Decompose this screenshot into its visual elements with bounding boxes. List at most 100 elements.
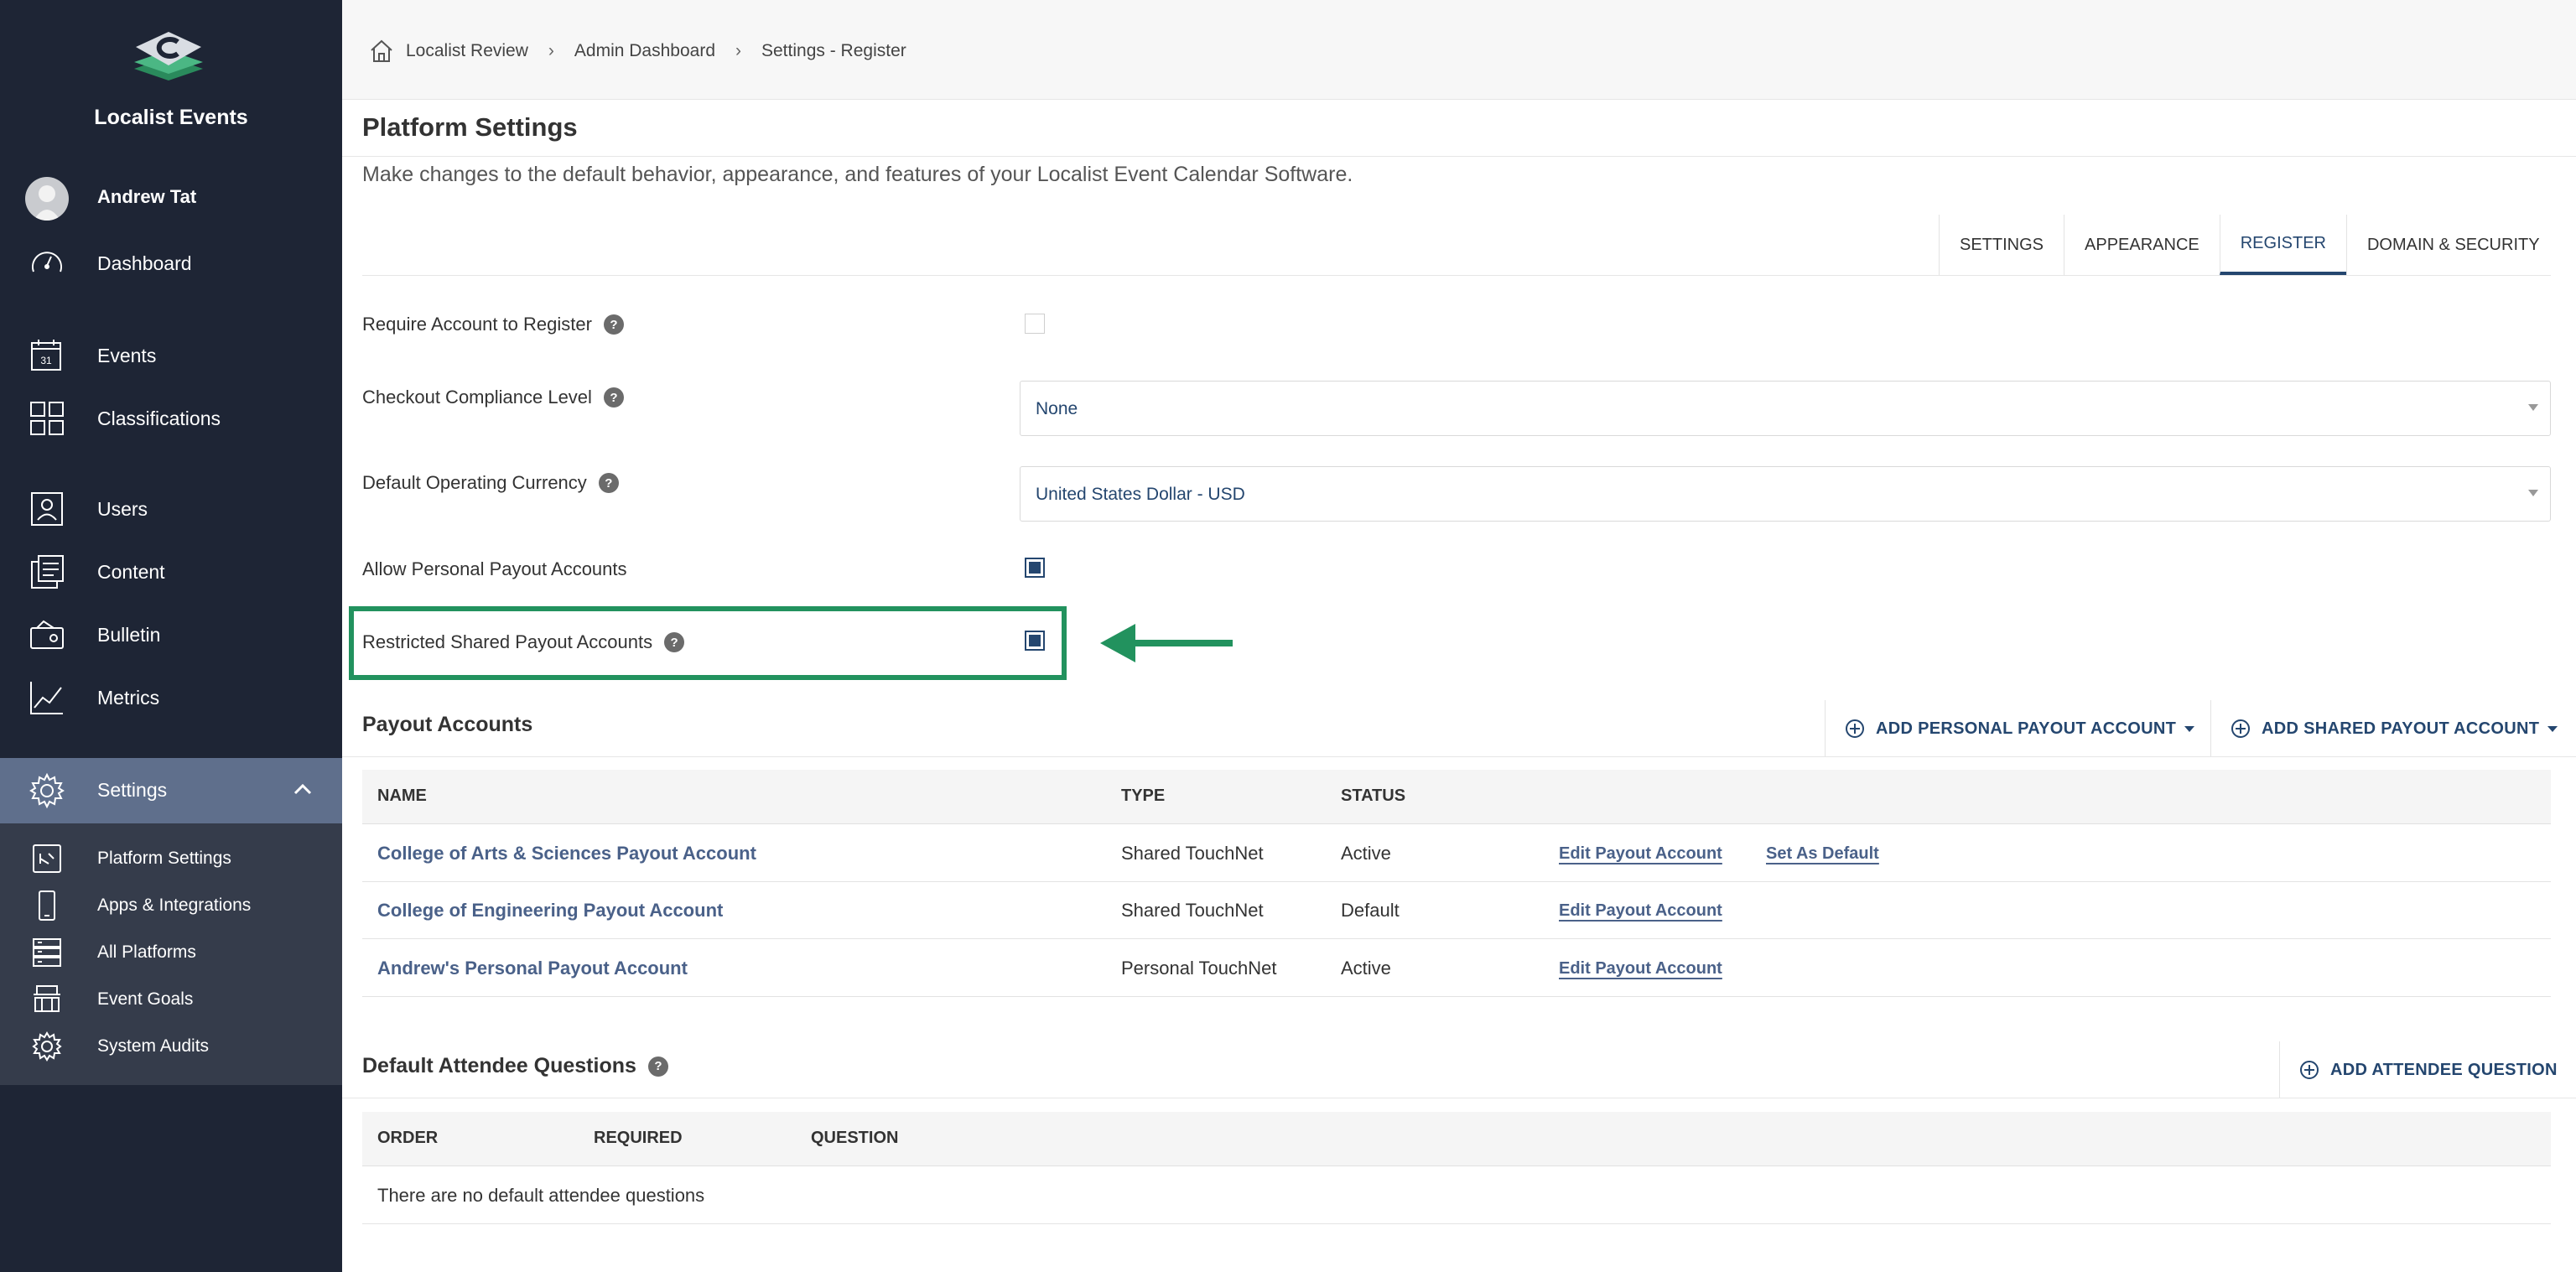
attendee-questions-title: Default Attendee Questions ? <box>362 1054 668 1078</box>
submenu-item-apps-integrations[interactable]: Apps & Integrations <box>0 882 342 929</box>
submenu-item-all-platforms[interactable]: All Platforms <box>0 929 342 976</box>
settings-submenu: Platform Settings Apps & Integrations Al… <box>0 823 342 1085</box>
breadcrumb-separator: › <box>735 41 741 60</box>
sidebar-item-label: Metrics <box>97 686 160 709</box>
submenu-item-label: Apps & Integrations <box>97 896 252 915</box>
column-header: REQUIRED <box>594 1129 683 1147</box>
submenu-item-system-audits[interactable]: System Audits <box>0 1023 342 1070</box>
avatar[interactable] <box>25 177 69 221</box>
sidebar-item-label: Settings <box>97 779 168 801</box>
help-icon[interactable]: ? <box>603 314 624 335</box>
compliance-select[interactable]: None <box>1020 381 2551 436</box>
bulletin-icon <box>30 620 64 649</box>
payout-table-header: NAME TYPE STATUS <box>362 770 2551 824</box>
sidebar-item-content[interactable]: Content <box>0 542 342 602</box>
sidebar-item-bulletin[interactable]: Bulletin <box>0 605 342 665</box>
require-account-label: Require Account to Register ? <box>362 314 624 335</box>
calendar-icon-text: 31 <box>40 355 52 366</box>
require-account-checkbox[interactable] <box>1025 314 1045 334</box>
plus-circle-icon <box>2231 719 2250 738</box>
submenu-item-platform-settings[interactable]: Platform Settings <box>0 835 342 882</box>
breadcrumb-link[interactable]: Localist Review <box>406 41 528 61</box>
sidebar-item-users[interactable]: Users <box>0 479 342 539</box>
submenu-item-label: Platform Settings <box>97 849 231 868</box>
edit-payout-account-link[interactable]: Edit Payout Account <box>1559 901 1722 921</box>
submenu-item-event-goals[interactable]: Event Goals <box>0 976 342 1023</box>
user-icon <box>31 492 63 526</box>
sidebar-item-label: Users <box>97 497 148 520</box>
payout-account-type: Shared TouchNet <box>1121 900 1264 921</box>
payout-account-name-link[interactable]: College of Arts & Sciences Payout Accoun… <box>377 843 756 864</box>
chart-line-icon <box>30 682 63 714</box>
platform-settings-icon <box>33 844 61 873</box>
sidebar-item-classifications[interactable]: Classifications <box>0 388 342 449</box>
sidebar-item-label: Content <box>97 560 165 583</box>
server-icon <box>33 938 61 967</box>
help-icon[interactable]: ? <box>603 387 624 408</box>
payout-account-name-link[interactable]: College of Engineering Payout Account <box>377 900 723 922</box>
personal-payout-label: Allow Personal Payout Accounts <box>362 558 627 579</box>
chevron-down-icon <box>2528 490 2538 496</box>
currency-select-value: United States Dollar - USD <box>1036 485 1245 504</box>
gear-icon <box>29 772 65 809</box>
tab-domain-security[interactable]: DOMAIN & SECURITY <box>2345 215 2560 275</box>
sidebar-item-metrics[interactable]: Metrics <box>0 667 342 728</box>
chevron-down-icon <box>2528 404 2538 411</box>
tab-register[interactable]: REGISTER <box>2219 215 2346 275</box>
personal-payout-checkbox[interactable] <box>1025 558 1045 578</box>
currency-label: Default Operating Currency ? <box>362 472 619 494</box>
gauge-icon <box>32 252 62 273</box>
caret-down-icon <box>2184 725 2195 732</box>
sidebar-item-events[interactable]: 31 Events <box>0 325 342 386</box>
set-as-default-link[interactable]: Set As Default <box>1766 844 1879 864</box>
home-icon[interactable] <box>369 39 394 64</box>
localist-logo <box>134 32 203 80</box>
caret-down-icon <box>2547 725 2558 732</box>
edit-payout-account-link[interactable]: Edit Payout Account <box>1559 959 1722 979</box>
column-header: ORDER <box>377 1129 439 1147</box>
payout-account-status: Default <box>1341 900 1400 921</box>
sidebar-item-label: Classifications <box>97 407 221 429</box>
compliance-select-value: None <box>1036 399 1078 418</box>
phone-icon <box>39 890 55 921</box>
page-title: Platform Settings <box>362 112 578 142</box>
add-shared-payout-button[interactable]: ADD SHARED PAYOUT ACCOUNT <box>2210 700 2576 757</box>
breadcrumb-separator: › <box>548 41 554 60</box>
add-personal-payout-button[interactable]: ADD PERSONAL PAYOUT ACCOUNT <box>1825 700 2210 757</box>
help-icon[interactable]: ? <box>598 473 619 493</box>
breadcrumb-link[interactable]: Admin Dashboard <box>574 41 715 61</box>
annotation-arrow-icon <box>1100 624 1233 662</box>
payout-account-status: Active <box>1341 843 1391 864</box>
payout-account-type: Personal TouchNet <box>1121 958 1277 979</box>
settings-tabs: SETTINGS APPEARANCE REGISTER DOMAIN & SE… <box>1939 215 2560 275</box>
help-icon[interactable]: ? <box>647 1056 668 1077</box>
sidebar-item-settings[interactable]: Settings <box>0 758 342 823</box>
submenu-item-label: Event Goals <box>97 989 194 1009</box>
payout-account-type: Shared TouchNet <box>1121 843 1264 864</box>
goals-icon <box>34 985 60 1012</box>
table-row: Andrew's Personal Payout Account Persona… <box>362 939 2551 997</box>
add-attendee-question-button[interactable]: ADD ATTENDEE QUESTION <box>2279 1041 2576 1098</box>
empty-state-text: There are no default attendee questions <box>377 1185 705 1206</box>
column-header: TYPE <box>1121 787 1166 805</box>
breadcrumb: Localist Review › Admin Dashboard › Sett… <box>369 39 906 64</box>
payout-account-status: Active <box>1341 958 1391 979</box>
calendar-icon: 31 <box>31 340 61 371</box>
submenu-item-label: System Audits <box>97 1036 210 1056</box>
sidebar-item-label: Dashboard <box>97 252 192 274</box>
grid-icon <box>30 402 64 435</box>
user-name[interactable]: Andrew Tat <box>97 186 196 208</box>
table-row: College of Arts & Sciences Payout Accoun… <box>362 824 2551 882</box>
currency-select[interactable]: United States Dollar - USD <box>1020 466 2551 522</box>
sidebar: Localist Events Andrew Tat Dashboard 31 … <box>0 0 342 1272</box>
divider <box>342 756 2576 757</box>
plus-circle-icon <box>2300 1061 2319 1079</box>
plus-circle-icon <box>1846 719 1864 738</box>
sidebar-item-dashboard[interactable]: Dashboard <box>0 233 342 293</box>
tab-appearance[interactable]: APPEARANCE <box>2064 215 2220 275</box>
gear-small-icon <box>32 1031 62 1062</box>
chevron-up-icon[interactable] <box>293 783 312 795</box>
payout-account-name-link[interactable]: Andrew's Personal Payout Account <box>377 958 688 979</box>
tab-settings[interactable]: SETTINGS <box>1939 215 2064 275</box>
edit-payout-account-link[interactable]: Edit Payout Account <box>1559 844 1722 864</box>
